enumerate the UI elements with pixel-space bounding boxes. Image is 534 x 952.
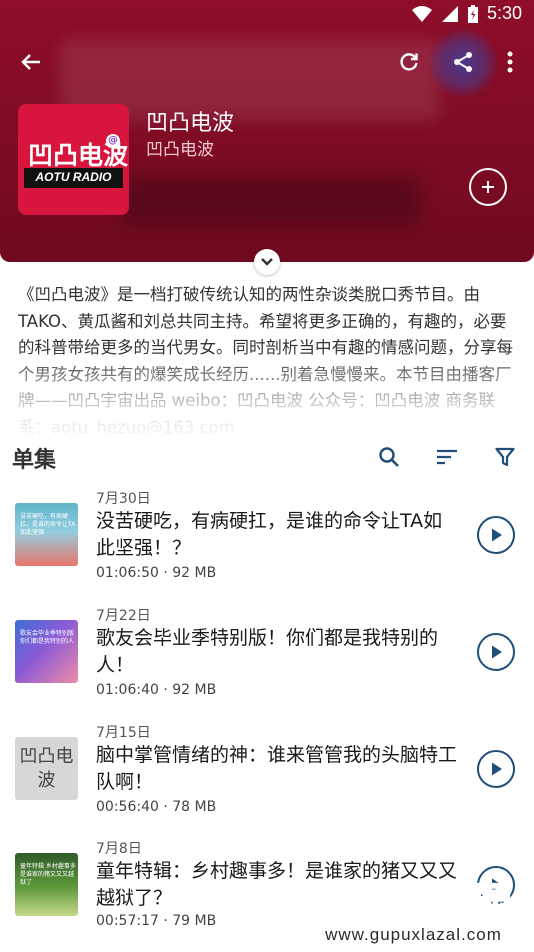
episode-date: 7月15日 — [96, 725, 151, 741]
cover-subtitle: AOTU RADIO — [35, 170, 112, 184]
search-icon — [379, 447, 399, 467]
episode-thumbnail: 歌友会毕业季特别版 你们都是我特别的人 — [15, 620, 78, 683]
share-icon — [454, 52, 472, 72]
expand-description-button[interactable] — [254, 249, 280, 275]
episode-meta: 01:06:50 · 92 MB — [96, 565, 217, 581]
podcast-author: 凹凸电波 — [146, 140, 214, 160]
chevron-down-icon — [261, 258, 273, 266]
cover-subtitle-bar: AOTU RADIO — [24, 168, 123, 188]
filter-icon — [495, 447, 515, 467]
podcast-header: 5:30 凹凸电波 @ AOTU RADIO 凹凸电波 凹凸电波 — [0, 0, 534, 262]
thumbnail-caption: 凹凸电波 — [19, 745, 74, 791]
episode-item[interactable]: 歌友会毕业季特别版 你们都是我特别的人 7月22日 歌友会毕业季特别版！你们都是… — [0, 603, 534, 719]
header-backdrop-blur — [120, 175, 420, 225]
sort-icon — [437, 449, 457, 465]
watermark-text: 谷普软件园 — [312, 879, 514, 925]
plus-circle-icon — [482, 181, 494, 193]
filter-button[interactable] — [489, 441, 521, 473]
cover-badge-icon: @ — [106, 134, 120, 148]
episode-title: 歌友会毕业季特别版！你们都是我特别的人！ — [96, 627, 439, 676]
refresh-button[interactable] — [389, 42, 429, 82]
episode-title: 没苦硬吃，有病硬扛，是谁的命令让TA如此坚强！？ — [96, 510, 443, 559]
more-vert-icon — [507, 51, 513, 73]
episode-date: 7月22日 — [96, 608, 151, 624]
more-options-button[interactable] — [490, 42, 530, 82]
episode-meta: 00:57:17 · 79 MB — [96, 913, 217, 929]
subscribe-button[interactable] — [469, 168, 507, 206]
sort-button[interactable] — [431, 441, 463, 473]
battery-icon — [467, 4, 478, 23]
play-button[interactable] — [477, 633, 515, 671]
episodes-section-title: 单集 — [12, 448, 57, 473]
search-button[interactable] — [373, 441, 405, 473]
episode-meta: 01:06:40 · 92 MB — [96, 682, 217, 698]
episode-meta: 00:56:40 · 78 MB — [96, 799, 217, 815]
episode-title: 脑中掌管情绪的神：谁来管管我的头脑特工队啊！ — [96, 744, 458, 793]
site-watermark: 谷普软件园 www.gupuxlazal.com — [293, 871, 534, 950]
podcast-cover: 凹凸电波 @ AOTU RADIO — [18, 104, 129, 215]
episode-item[interactable]: 没苦硬吃，有病硬扛，是谁的命令让TA如此坚强 7月30日 没苦硬吃，有病硬扛，是… — [0, 486, 534, 602]
status-bar: 5:30 — [0, 0, 534, 28]
episode-date: 7月30日 — [96, 491, 151, 507]
play-icon — [492, 528, 502, 542]
podcast-title: 凹凸电波 — [146, 111, 235, 136]
play-button[interactable] — [477, 750, 515, 788]
back-button[interactable] — [11, 42, 51, 82]
episode-thumbnail: 凹凸电波 — [15, 737, 78, 800]
thumbnail-caption: 没苦硬吃，有病硬扛，是谁的命令让TA如此坚强 — [20, 513, 76, 536]
refresh-icon — [400, 53, 418, 71]
episode-thumbnail: 没苦硬吃，有病硬扛，是谁的命令让TA如此坚强 — [15, 503, 78, 566]
play-icon — [492, 645, 502, 659]
share-button[interactable] — [443, 42, 483, 82]
watermark-url: www.gupuxlazal.com — [293, 923, 534, 947]
signal-icon — [441, 5, 458, 22]
status-time: 5:30 — [486, 3, 522, 23]
thumbnail-caption: 歌友会毕业季特别版 你们都是我特别的人 — [20, 630, 75, 645]
podcast-description: 《凹凸电波》是一档打破传统认知的两性杂谈类脱口秀节目。由TAKO、黄瓜酱和刘总共… — [18, 285, 513, 434]
episode-item[interactable]: 凹凸电波 7月15日 脑中掌管情绪的神：谁来管管我的头脑特工队啊！ 00:56:… — [0, 720, 534, 836]
play-icon — [492, 762, 502, 776]
wifi-icon — [411, 5, 432, 22]
arrow-left-icon — [21, 54, 40, 70]
play-button[interactable] — [477, 516, 515, 554]
episode-date: 7月8日 — [96, 841, 142, 857]
thumbnail-caption: 童年特辑 乡村趣事多 是谁家的猪又又又越狱了 — [20, 863, 76, 886]
episode-thumbnail: 童年特辑 乡村趣事多 是谁家的猪又又又越狱了 — [15, 853, 78, 916]
